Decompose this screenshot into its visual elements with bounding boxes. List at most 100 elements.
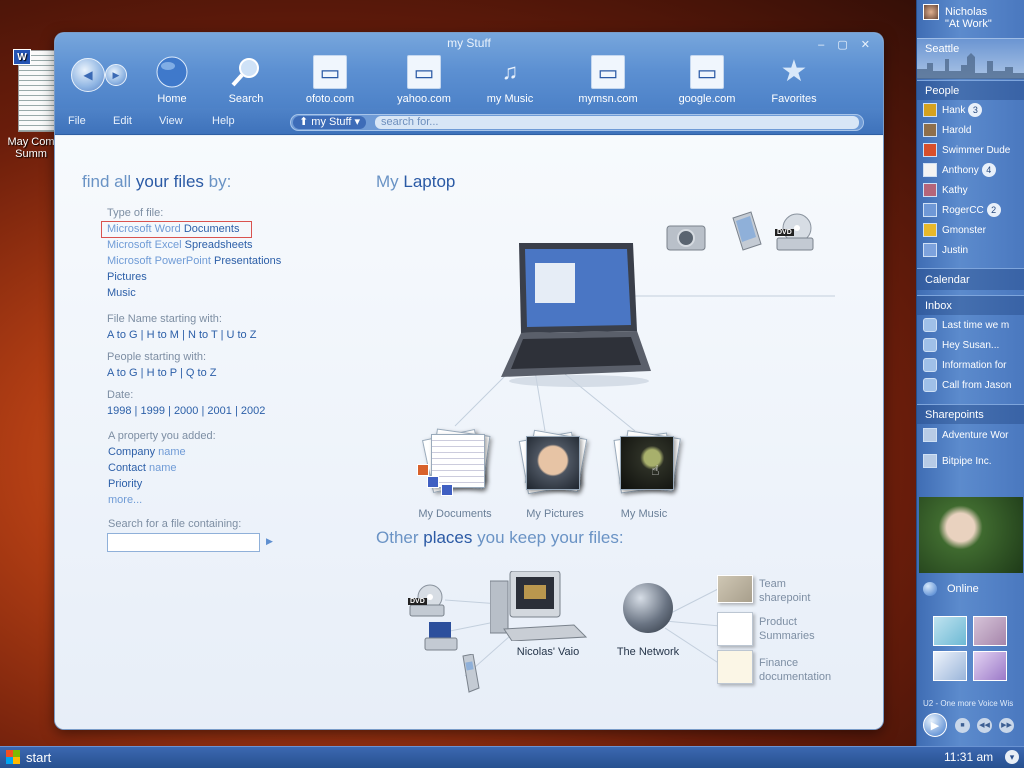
inbox-item[interactable]: Last time we m [923,317,1024,335]
contact-item[interactable]: Swimmer Dude [923,142,1024,160]
dvd-drive-icon-2[interactable]: DVD [408,583,448,623]
desktop-file-icon[interactable]: W May Com Summ [2,49,60,160]
inbox-item[interactable]: Information for [923,357,1024,375]
powerpoint-badge-icon [417,464,429,476]
product-summaries-label[interactable]: Product Summaries [759,615,815,643]
play-button[interactable]: ▶ [923,713,947,737]
search-input[interactable]: search for... [375,116,859,129]
media-thumb-2[interactable] [973,616,1007,646]
stop-button[interactable]: ■ [955,718,970,733]
forward-button[interactable]: ▶ [105,64,127,86]
range-h-m[interactable]: H to M [147,329,179,341]
team-sharepoint-thumb[interactable] [717,575,753,603]
range-u-z[interactable]: U to Z [227,329,257,341]
contact-name: Anthony [942,165,979,176]
contact-item[interactable]: Justin [923,242,1024,260]
range-n-t[interactable]: N to T [188,329,218,341]
go-arrow-button[interactable]: ▶ [266,536,273,547]
type-powerpoint-presentations[interactable]: Microsoft PowerPoint Presentations [107,255,281,267]
people-h-p[interactable]: H to P [147,367,177,379]
sharepoint-item[interactable]: Bitpipe Inc. [923,453,1024,471]
home-button[interactable]: Home [130,55,214,105]
finance-documentation-label[interactable]: Finance documentation [759,656,831,684]
yahoo-button[interactable]: ▭ yahoo.com [382,55,466,105]
floppy-drive-icon[interactable] [423,620,459,654]
network-label[interactable]: The Network [603,646,693,658]
type-excel-spreadsheets[interactable]: Microsoft Excel Spreadsheets [107,239,253,251]
my-music-label[interactable]: My Music [599,508,689,520]
type-music[interactable]: Music [107,287,136,299]
network-globe-icon[interactable] [623,583,673,633]
property-company[interactable]: Company name [108,446,186,458]
menu-view[interactable]: View [159,115,183,127]
media-thumb-1[interactable] [933,616,967,646]
my-documents-label[interactable]: My Documents [410,508,500,520]
menu-edit[interactable]: Edit [113,115,132,127]
computer-label[interactable]: Nicolas' Vaio [493,646,603,658]
contact-item[interactable]: Hank 3 [923,102,1024,120]
location-dropdown[interactable]: ⬆ my Stuff ▾ [293,116,367,129]
next-button[interactable]: ▶▶ [999,718,1014,733]
back-button[interactable]: ◀ [71,58,105,92]
search-button[interactable]: Search [204,55,288,105]
type-pictures[interactable]: Pictures [107,271,147,283]
people-q-z[interactable]: Q to Z [186,367,217,379]
tray-chevron-icon[interactable]: ▾ [1005,750,1019,764]
photo-tile[interactable] [919,497,1023,573]
people-section-title[interactable]: People [917,80,1024,100]
pda-icon[interactable] [723,210,765,251]
type-word-documents[interactable]: Microsoft Word Documents [107,223,239,235]
my-pictures-stack[interactable] [518,429,588,496]
sharepoint-item[interactable]: Adventure Wor [923,427,1024,445]
year-1999[interactable]: 1999 [140,405,164,417]
file-content-search-input[interactable] [107,533,260,552]
menu-help[interactable]: Help [212,115,235,127]
year-2001[interactable]: 2001 [207,405,231,417]
user-avatar[interactable] [923,4,939,20]
my-pictures-label[interactable]: My Pictures [510,508,600,520]
year-2002[interactable]: 2002 [241,405,265,417]
favorites-button[interactable]: ★ Favorites [752,55,836,105]
start-button[interactable]: start [6,749,51,767]
previous-button[interactable]: ◀◀ [977,718,992,733]
property-contact[interactable]: Contact name [108,462,177,474]
ofoto-button[interactable]: ▭ ofoto.com [288,55,372,105]
my-music-button[interactable]: ♫ my Music [468,55,552,105]
year-2000[interactable]: 2000 [174,405,198,417]
online-status[interactable]: Online [947,583,979,595]
range-a-g[interactable]: A to G [107,329,138,341]
inbox-section-title[interactable]: Inbox [917,295,1024,315]
user-status[interactable]: Nicholas "At Work" [945,6,992,30]
people-a-g[interactable]: A to G [107,367,138,379]
laptop-graphic[interactable] [461,241,651,391]
product-summaries-thumb[interactable] [717,612,753,646]
contact-item[interactable]: RogerCC 2 [923,202,1024,220]
contact-item[interactable]: Anthony 4 [923,162,1024,180]
sharepoints-section-title[interactable]: Sharepoints [917,404,1024,424]
media-thumb-4[interactable] [973,651,1007,681]
finance-doc-thumb[interactable] [717,650,753,684]
my-documents-stack[interactable] [417,428,491,496]
contact-item[interactable]: Harold [923,122,1024,140]
property-priority[interactable]: Priority [108,478,142,490]
contact-item[interactable]: Kathy [923,182,1024,200]
google-button[interactable]: ▭ google.com [665,55,749,105]
inbox-item[interactable]: Hey Susan... [923,337,1024,355]
window-controls[interactable]: ‒ ▢ ✕ [818,38,875,51]
more-link[interactable]: more... [108,494,142,506]
calendar-section-title[interactable]: Calendar [917,268,1024,290]
year-1998[interactable]: 1998 [107,405,131,417]
computer-icon[interactable] [489,570,590,642]
inbox-item[interactable]: Call from Jason [923,377,1024,395]
phone-icon[interactable] [455,653,483,694]
search-file-label: Search for a file containing: [108,518,242,530]
dvd-drive-icon[interactable]: DVD [773,212,815,252]
camera-icon[interactable] [665,216,707,256]
mymsn-button[interactable]: ▭ mymsn.com [566,55,650,105]
my-music-stack[interactable]: ☝ [613,430,681,496]
team-sharepoint-label[interactable]: Team sharepoint [759,577,810,605]
contact-item[interactable]: Gmonster [923,222,1024,240]
menu-file[interactable]: File [68,115,86,127]
weather-tile[interactable]: Seattle [917,38,1024,79]
media-thumb-3[interactable] [933,651,967,681]
